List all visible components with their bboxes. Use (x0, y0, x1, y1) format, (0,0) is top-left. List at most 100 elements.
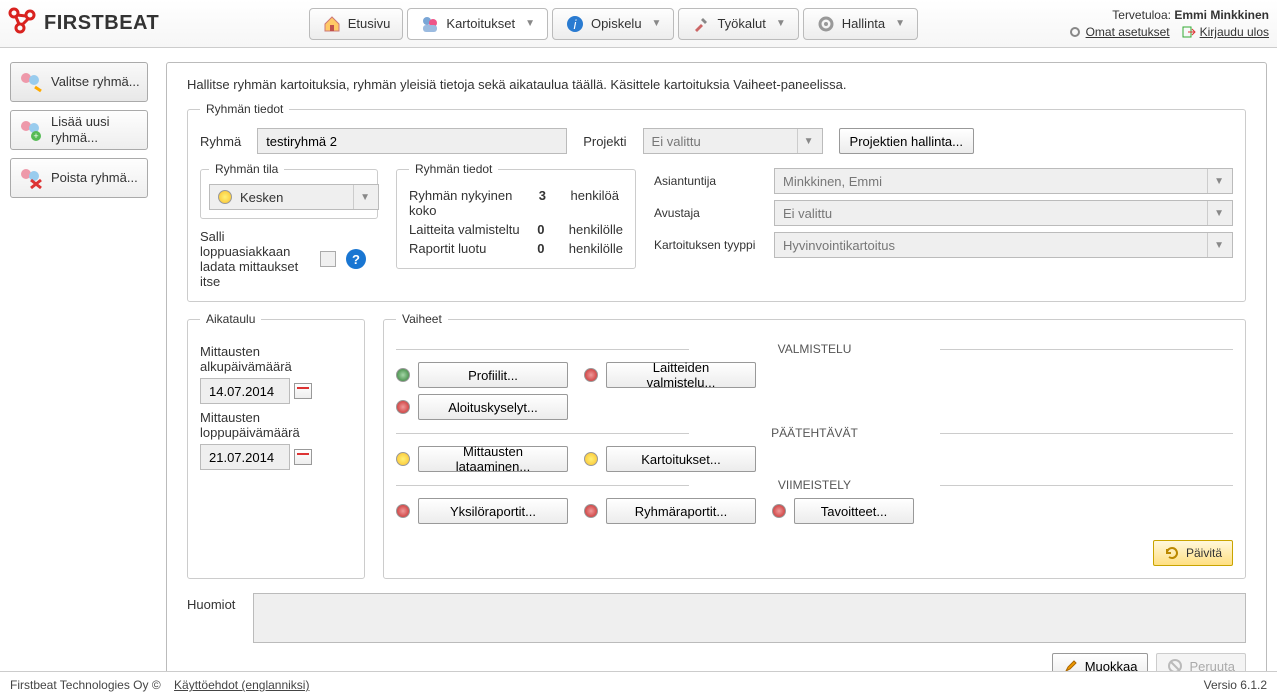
project-value: Ei valittu (652, 134, 701, 149)
upload-button[interactable]: Mittausten lataaminen... (418, 446, 568, 472)
sidebar-label: Poista ryhmä... (51, 170, 138, 186)
project-select[interactable]: Ei valittu ▼ (643, 128, 823, 154)
tab-label: Kartoitukset (446, 16, 515, 31)
sidebar-delete-group[interactable]: Poista ryhmä... (10, 158, 148, 198)
gear-icon (1068, 25, 1082, 39)
info-value: 3 (539, 188, 555, 218)
type-select[interactable]: Hyvinvointikartoitus ▼ (774, 232, 1233, 258)
chevron-down-icon: ▼ (652, 18, 662, 29)
chevron-down-icon: ▼ (776, 18, 786, 29)
people-select-icon (17, 69, 43, 95)
status-dot-icon (584, 504, 598, 518)
main-tabs: Etusivu Kartoitukset ▼ i Opiskelu ▼ Työk… (309, 8, 918, 40)
group-reports-button[interactable]: Ryhmäraportit... (606, 498, 756, 524)
tab-home[interactable]: Etusivu (309, 8, 404, 40)
body: Valitse ryhmä... + Lisää uusi ryhmä... P… (0, 48, 1277, 694)
sidebar-add-group[interactable]: + Lisää uusi ryhmä... (10, 110, 148, 150)
group-name-input[interactable] (257, 128, 567, 154)
status-dot-icon (584, 368, 598, 382)
surveys-button[interactable]: Aloituskyselyt... (418, 394, 568, 420)
status-dot-icon (396, 452, 410, 466)
expert-label: Asiantuntija (654, 174, 764, 188)
schedule-fieldset: Aikataulu Mittausten alkupäivämäärä Mitt… (187, 312, 365, 579)
chevron-down-icon: ▼ (797, 129, 814, 153)
tools-icon (691, 14, 711, 34)
group-info-legend: Ryhmän tiedot (409, 162, 498, 176)
end-date-input[interactable] (200, 444, 290, 470)
assistant-value: Ei valittu (783, 206, 832, 221)
logout-icon (1182, 25, 1196, 39)
people-delete-icon (17, 165, 43, 191)
devices-button[interactable]: Laitteiden valmistelu... (606, 362, 756, 388)
tab-tools[interactable]: Työkalut ▼ (678, 8, 798, 40)
phase-section-main: PÄÄTEHTÄVÄT (396, 426, 1233, 440)
individual-reports-button[interactable]: Yksilöraportit... (418, 498, 568, 524)
info-value: 0 (537, 241, 553, 256)
start-date-label: Mittausten alkupäivämäärä (200, 344, 352, 374)
help-text: Hallitse ryhmän kartoituksia, ryhmän yle… (187, 77, 1246, 92)
profiles-button[interactable]: Profiilit... (418, 362, 568, 388)
settings-label[interactable]: Omat asetukset (1086, 25, 1170, 39)
schedule-legend: Aikataulu (200, 312, 261, 326)
assistant-label: Avustaja (654, 206, 764, 220)
refresh-label: Päivitä (1186, 546, 1222, 560)
logout-link[interactable]: Kirjaudu ulos (1182, 25, 1269, 39)
refresh-button[interactable]: Päivitä (1153, 540, 1233, 566)
info-key: Ryhmän nykyinen koko (409, 188, 523, 218)
manage-projects-button[interactable]: Projektien hallinta... (839, 128, 974, 154)
sidebar-select-group[interactable]: Valitse ryhmä... (10, 62, 148, 102)
calendar-icon[interactable] (294, 383, 312, 399)
group-status-select[interactable]: Kesken ▼ (209, 184, 379, 210)
chevron-down-icon: ▼ (353, 185, 370, 209)
info-icon: i (565, 14, 585, 34)
type-label: Kartoituksen tyyppi (654, 238, 764, 252)
notes-label: Huomiot (187, 593, 243, 612)
settings-link[interactable]: Omat asetukset (1068, 25, 1170, 39)
help-icon[interactable]: ? (346, 249, 366, 269)
group-details-fieldset: Ryhmän tiedot Ryhmä Projekti Ei valittu … (187, 102, 1246, 302)
expert-value: Minkkinen, Emmi (783, 174, 882, 189)
tab-assessments[interactable]: Kartoitukset ▼ (407, 8, 548, 40)
info-row: Ryhmän nykyinen koko 3 henkilöä (409, 188, 623, 218)
logo: FIRSTBEAT (8, 7, 159, 41)
welcome-text: Tervetuloa: Emmi Minkkinen (1068, 8, 1269, 22)
assistant-select[interactable]: Ei valittu ▼ (774, 200, 1233, 226)
tab-label: Etusivu (348, 16, 391, 31)
notes-textarea[interactable] (253, 593, 1246, 643)
tab-label: Työkalut (717, 16, 765, 31)
status-dot-icon (218, 190, 232, 204)
main-panel: Hallitse ryhmän kartoituksia, ryhmän yle… (166, 62, 1267, 694)
logo-icon (8, 7, 38, 41)
sidebar: Valitse ryhmä... + Lisää uusi ryhmä... P… (10, 62, 148, 694)
calendar-icon[interactable] (294, 449, 312, 465)
tab-admin[interactable]: Hallinta ▼ (803, 8, 918, 40)
chevron-down-icon: ▼ (1207, 233, 1224, 257)
allow-download-checkbox[interactable] (320, 251, 336, 267)
logout-label[interactable]: Kirjaudu ulos (1200, 25, 1269, 39)
svg-text:+: + (33, 131, 38, 141)
group-status-fieldset: Ryhmän tila Kesken ▼ (200, 162, 378, 219)
goals-button[interactable]: Tavoitteet... (794, 498, 914, 524)
expert-select[interactable]: Minkkinen, Emmi ▼ (774, 168, 1233, 194)
info-key: Raportit luotu (409, 241, 521, 256)
sidebar-label: Valitse ryhmä... (51, 74, 140, 90)
tab-label: Hallinta (842, 16, 885, 31)
phases-legend: Vaiheet (396, 312, 448, 326)
tab-study[interactable]: i Opiskelu ▼ (552, 8, 674, 40)
phase-section-prep: VALMISTELU (396, 342, 1233, 356)
status-dot-icon (584, 452, 598, 466)
status-dot-icon (396, 504, 410, 518)
assessments-button[interactable]: Kartoitukset... (606, 446, 756, 472)
group-name-label: Ryhmä (200, 134, 241, 149)
group-status-legend: Ryhmän tila (209, 162, 284, 176)
start-date-input[interactable] (200, 378, 290, 404)
refresh-icon (1164, 545, 1180, 561)
footer-terms-link[interactable]: Käyttöehdot (englanniksi) (174, 678, 309, 692)
status-dot-icon (772, 504, 786, 518)
info-unit: henkilölle (569, 241, 623, 256)
chevron-down-icon: ▼ (895, 18, 905, 29)
phases-fieldset: Vaiheet VALMISTELU Profiilit... Laitteid… (383, 312, 1246, 579)
welcome-prefix: Tervetuloa: (1112, 8, 1171, 22)
chevron-down-icon: ▼ (1207, 201, 1224, 225)
info-row: Raportit luotu 0 henkilölle (409, 241, 623, 256)
